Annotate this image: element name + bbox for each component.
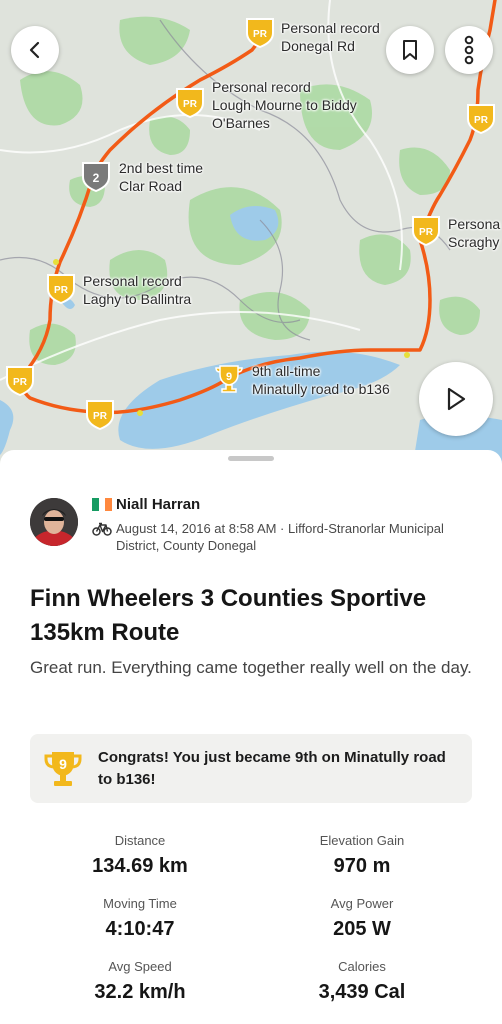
svg-text:PR: PR — [419, 227, 434, 238]
segment-label: Personal record Laghy to Ballintra — [83, 272, 191, 308]
activity-details-sheet: Niall Harran August 14, 2016 at 8:58 AM … — [0, 450, 502, 1024]
segment-name-continued: O'Barnes — [212, 115, 270, 131]
stat-value: 32.2 km/h — [94, 981, 186, 1003]
segment-achievement: 2nd best time — [119, 160, 204, 176]
stat-value: 205 W — [333, 918, 391, 940]
activity-description: Great run. Everything came together real… — [30, 658, 472, 677]
stat-calories: Calories 3,439 Cal — [252, 958, 472, 1005]
more-options-button[interactable] — [445, 26, 493, 74]
silver-medal-icon: 2 — [82, 162, 110, 193]
segment-achievement: Personal record — [212, 79, 311, 95]
segment-achievement: Persona — [448, 216, 501, 232]
activity-date-location: August 14, 2016 at 8:58 AM · Lifford-Str… — [116, 521, 444, 553]
stat-distance: Distance 134.69 km — [30, 832, 250, 879]
athlete-name-row: Niall Harran — [92, 496, 200, 513]
stat-avg-speed: Avg Speed 32.2 km/h — [30, 958, 250, 1005]
segment-name: Clar Road — [119, 178, 183, 194]
stat-value: 970 m — [333, 855, 391, 877]
stat-value: 3,439 Cal — [318, 981, 406, 1003]
achievement-banner[interactable]: 9 Congrats! You just became 9th on Minat… — [30, 734, 472, 803]
svg-text:PR: PR — [474, 115, 489, 126]
pr-badge-icon: PR — [246, 18, 274, 49]
stat-avg-power: Avg Power 205 W — [252, 895, 472, 942]
svg-text:2: 2 — [93, 171, 100, 185]
pr-badge-icon: PR — [412, 216, 440, 247]
play-flyover-button[interactable] — [419, 362, 493, 436]
segment-achievement: Personal record — [83, 273, 182, 289]
avatar[interactable] — [30, 498, 78, 546]
segment-marker[interactable]: PR — [244, 16, 276, 50]
activity-title: Finn Wheelers 3 Counties Sportive 135km … — [30, 585, 427, 646]
pr-badge-icon: PR — [86, 400, 114, 431]
athlete-header[interactable]: Niall Harran August 14, 2016 at 8:58 AM … — [30, 496, 480, 556]
segment-label: Personal record Donegal Rd — [281, 19, 380, 55]
segment-label: 9th all-time Minatully road to b136 — [252, 362, 390, 398]
svg-text:PR: PR — [183, 99, 198, 110]
segment-name: Scraghy — [448, 234, 500, 250]
segment-marker[interactable]: PR — [84, 398, 116, 432]
stat-label: Elevation Gain — [319, 833, 405, 848]
achievement-text: Congrats! You just became 9th on Minatul… — [98, 749, 446, 788]
stat-label: Avg Power — [330, 896, 394, 911]
back-button[interactable] — [11, 26, 59, 74]
segment-name: Minatully road to b136 — [252, 381, 390, 397]
pr-badge-icon: PR — [467, 104, 495, 135]
ireland-flag-icon — [92, 498, 113, 511]
route-map[interactable]: PR Personal record Donegal Rd PR Persona… — [0, 0, 502, 470]
stat-label: Moving Time — [103, 896, 177, 911]
svg-text:PR: PR — [54, 285, 69, 296]
segment-marker[interactable]: PR — [410, 214, 442, 248]
segment-name: Laghy to Ballintra — [83, 291, 192, 307]
segment-marker[interactable]: PR — [465, 102, 497, 136]
segment-name: Lough Mourne to Biddy — [212, 97, 357, 113]
stat-moving-time: Moving Time 4:10:47 — [30, 895, 250, 942]
more-vertical-icon — [464, 35, 474, 65]
svg-text:PR: PR — [93, 411, 108, 422]
pr-badge-icon: PR — [6, 366, 34, 397]
svg-text:PR: PR — [13, 377, 28, 388]
stat-label: Calories — [338, 959, 386, 974]
play-icon — [447, 387, 466, 411]
pr-badge-icon: PR — [47, 274, 75, 305]
trophy-icon: 9 — [44, 752, 82, 786]
athlete-photo — [30, 498, 78, 546]
stat-label: Distance — [114, 833, 166, 848]
segment-achievement: Personal record — [281, 20, 380, 36]
activity-meta: August 14, 2016 at 8:58 AM · Lifford-Str… — [92, 520, 472, 554]
stat-value: 134.69 km — [92, 855, 188, 877]
sheet-drag-handle[interactable] — [228, 456, 274, 461]
svg-text:PR: PR — [253, 29, 268, 40]
svg-text:9: 9 — [226, 371, 232, 383]
save-button[interactable] — [386, 26, 434, 74]
segment-marker[interactable]: 9 — [213, 362, 245, 396]
segment-label: Persona Scraghy — [448, 215, 500, 251]
stat-label: Avg Speed — [108, 959, 172, 974]
segment-achievement: 9th all-time — [252, 363, 321, 379]
segment-label: 2nd best time Clar Road — [119, 159, 203, 195]
segment-marker[interactable]: PR — [174, 86, 206, 120]
stat-elevation-gain: Elevation Gain 970 m — [252, 832, 472, 879]
segment-marker[interactable]: PR — [4, 364, 36, 398]
chevron-left-icon — [29, 41, 40, 59]
segment-name: Donegal Rd — [281, 38, 355, 54]
pr-badge-icon: PR — [176, 88, 204, 119]
trophy-icon: 9 — [215, 365, 243, 393]
segment-marker[interactable]: PR — [45, 272, 77, 306]
svg-text:9: 9 — [59, 756, 67, 772]
stat-value: 4:10:47 — [105, 918, 175, 940]
segment-marker[interactable]: 2 — [80, 160, 112, 194]
athlete-name[interactable]: Niall Harran — [116, 496, 200, 513]
segment-label: Personal record Lough Mourne to Biddy O'… — [212, 78, 357, 132]
bookmark-icon — [403, 40, 417, 60]
bike-icon — [92, 522, 112, 536]
